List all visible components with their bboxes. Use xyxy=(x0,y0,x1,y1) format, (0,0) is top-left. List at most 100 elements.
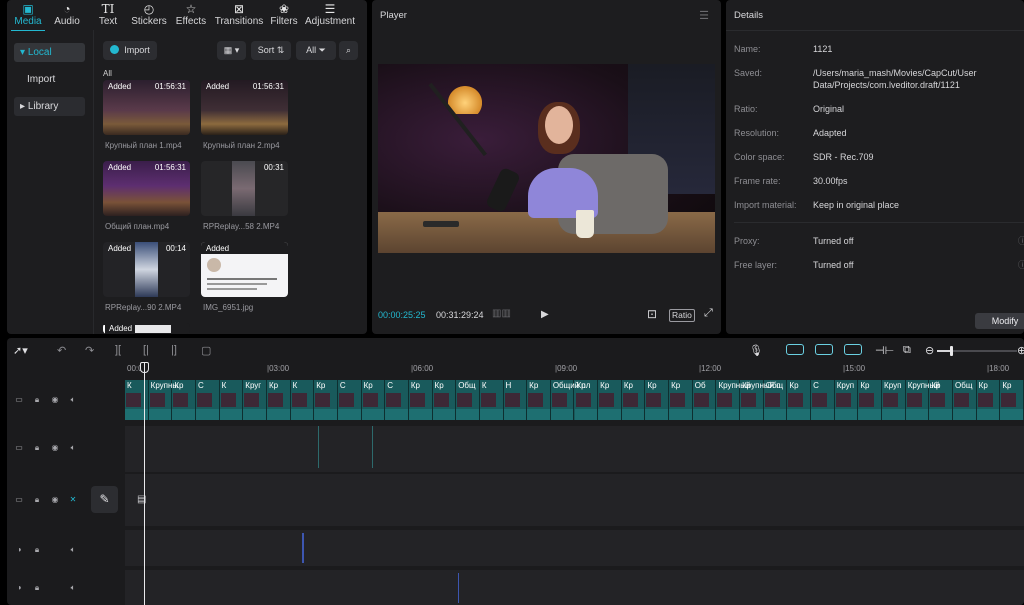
edit-cover-button[interactable]: ✎ xyxy=(91,486,118,513)
timeline-clip[interactable]: К xyxy=(219,380,244,420)
timeline-clip[interactable]: Круп xyxy=(882,380,906,420)
tab-audio[interactable]: ◔ Audio xyxy=(52,2,82,30)
menu-icon[interactable]: ☰ xyxy=(699,9,709,22)
tab-media[interactable]: ▣ Media xyxy=(11,2,45,30)
microphone-icon[interactable]: 🎙 xyxy=(749,344,763,357)
tab-transitions[interactable]: ⊠ Transitions xyxy=(214,2,264,30)
track-lane[interactable] xyxy=(125,426,1024,472)
timeline-clip[interactable]: Н xyxy=(503,380,528,420)
auto-snap-icon[interactable] xyxy=(786,344,804,355)
sidebar-item-local[interactable]: ▾ Local xyxy=(14,43,85,62)
media-item[interactable]: Added 00:14 xyxy=(103,242,190,297)
select-tool-icon[interactable]: ➚▾ xyxy=(13,344,28,357)
screenshot-icon[interactable]: ⧉ xyxy=(903,344,911,357)
timeline-clip[interactable]: К xyxy=(125,380,149,420)
fit-screen-button[interactable]: ⊡ xyxy=(647,307,657,321)
media-item[interactable]: Added xyxy=(103,323,190,334)
timeline-clip[interactable]: Кр xyxy=(669,380,693,420)
link-icon[interactable] xyxy=(815,344,833,355)
timeline-clip[interactable]: Крупный xyxy=(716,380,750,420)
eye-icon[interactable]: ◉ xyxy=(49,494,61,506)
timeline-clip[interactable]: Кр xyxy=(266,380,291,420)
timeline-clip[interactable]: С xyxy=(195,380,220,420)
tab-text[interactable]: TI Text xyxy=(96,2,120,30)
zoom-in-icon[interactable]: ⊕ xyxy=(1017,344,1024,357)
main-track-lane[interactable]: ▤ xyxy=(125,474,1024,526)
eye-icon[interactable]: ◉ xyxy=(49,394,61,406)
timeline-clip[interactable]: Кр xyxy=(432,380,457,420)
split-icon[interactable]: ][ xyxy=(115,344,121,356)
media-item[interactable]: 00:31 xyxy=(201,161,288,216)
timeline-clip[interactable]: Кр xyxy=(929,380,954,420)
ratio-button[interactable]: Ratio xyxy=(669,309,695,322)
timeline-clip[interactable]: Общий пл xyxy=(550,380,590,420)
play-button[interactable]: ▶ xyxy=(541,309,549,320)
speaker-icon[interactable]: 🔈︎ xyxy=(67,582,79,594)
tab-filters[interactable]: ❀ Filters xyxy=(269,2,299,30)
undo-icon[interactable]: ↶ xyxy=(57,344,66,357)
fullscreen-button[interactable]: ⤢ xyxy=(704,307,713,320)
timeline-clip[interactable]: Кр xyxy=(598,380,622,420)
timeline-clip[interactable]: Кр xyxy=(314,380,338,420)
timeline-clip[interactable]: Кр xyxy=(621,380,646,420)
mute-icon[interactable]: ✕ xyxy=(67,494,79,506)
speaker-icon[interactable]: 🔈︎ xyxy=(67,394,79,406)
timeline-clip[interactable]: Крупный п xyxy=(740,380,781,420)
timeline-clip[interactable]: Кр xyxy=(858,380,883,420)
zoom-slider[interactable] xyxy=(937,346,1017,356)
timeline-clip[interactable]: Кр xyxy=(787,380,812,420)
media-item[interactable]: Added 01:56:31 xyxy=(201,80,288,135)
modify-button[interactable]: Modify xyxy=(975,313,1024,329)
timeline-clip[interactable]: Кр xyxy=(527,380,551,420)
eye-icon[interactable]: ◉ xyxy=(49,442,61,454)
timeline-clip[interactable]: С xyxy=(337,380,362,420)
timeline-clip[interactable]: Круп xyxy=(834,380,859,420)
timecode-grid-icon[interactable]: ▥▥ xyxy=(492,308,511,319)
lock-icon[interactable]: 🔒︎ xyxy=(31,394,43,406)
media-item[interactable]: Added xyxy=(201,242,288,297)
timeline-clip[interactable]: Об xyxy=(692,380,717,420)
lock-icon[interactable]: 🔒︎ xyxy=(31,544,43,556)
timeline-clip[interactable]: С xyxy=(811,380,835,420)
sidebar-item-library[interactable]: ▸ Library xyxy=(14,97,85,116)
split-screen-icon[interactable]: ⊣⊢ xyxy=(875,344,894,357)
timeline-clip[interactable]: Кр xyxy=(645,380,670,420)
playhead[interactable] xyxy=(144,362,145,605)
video-track-clips[interactable]: К Крупны Кр С К Круг Кр К Кр С Кр С Кр Кр Общ К Н Кр Общий… xyxy=(125,380,1024,420)
timeline-clip[interactable]: К xyxy=(290,380,315,420)
tab-adjustment[interactable]: ☰ Adjustment xyxy=(305,2,355,30)
lock-icon[interactable]: 🔒︎ xyxy=(31,494,43,506)
view-mode-button[interactable]: ▦ ▾ xyxy=(217,41,246,60)
trim-left-icon[interactable]: [| xyxy=(143,344,149,356)
info-icon[interactable]: ⓘ xyxy=(1018,234,1024,247)
timeline-clip[interactable]: К xyxy=(479,380,504,420)
zoom-handle[interactable] xyxy=(950,346,953,356)
timeline-clip[interactable]: Общ xyxy=(456,380,480,420)
preview-axis-icon[interactable] xyxy=(844,344,862,355)
video-preview[interactable] xyxy=(378,64,715,253)
timeline-clip[interactable]: Крупны xyxy=(148,380,178,420)
sort-button[interactable]: Sort ⇅ xyxy=(251,41,291,60)
media-item[interactable]: Added 01:56:31 xyxy=(103,161,190,216)
timeline-clip[interactable]: Круг xyxy=(243,380,267,420)
tab-effects[interactable]: ☆ Effects xyxy=(175,2,207,30)
lock-icon[interactable]: 🔒︎ xyxy=(31,582,43,594)
timeline-clip[interactable]: Кр xyxy=(976,380,1001,420)
timeline-clip[interactable]: Общ xyxy=(763,380,788,420)
zoom-out-icon[interactable]: ⊖ xyxy=(925,344,934,357)
timeline-clip[interactable]: С xyxy=(385,380,409,420)
tab-stickers[interactable]: ◴ Stickers xyxy=(131,2,167,30)
sidebar-item-import[interactable]: Import xyxy=(14,70,85,89)
search-button[interactable]: ⌕ xyxy=(339,41,358,60)
timeline-clip[interactable]: Кр xyxy=(574,380,599,420)
timeline-clip[interactable]: Кр xyxy=(1000,380,1024,420)
audio-track-lane[interactable] xyxy=(125,530,1024,566)
filter-all-button[interactable]: All ⏷ xyxy=(296,41,336,60)
info-icon[interactable]: ⓘ xyxy=(1018,258,1024,271)
timeline-clip[interactable]: Кр xyxy=(408,380,433,420)
timeline-clip[interactable]: Общ xyxy=(953,380,977,420)
timeline-clip[interactable]: Кр xyxy=(172,380,196,420)
speaker-icon[interactable]: 🔈︎ xyxy=(67,544,79,556)
trim-right-icon[interactable]: |] xyxy=(171,344,177,356)
timeline-clip[interactable]: Крупный xyxy=(905,380,940,420)
